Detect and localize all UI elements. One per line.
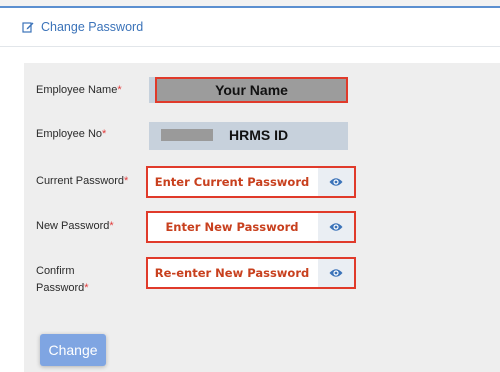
- required-marker: *: [109, 220, 114, 232]
- eye-icon[interactable]: [318, 213, 354, 241]
- required-marker: *: [102, 128, 107, 140]
- required-marker: *: [124, 175, 129, 187]
- eye-icon-glyph: [329, 269, 343, 277]
- new-password-group: [146, 211, 356, 243]
- edit-icon: [22, 22, 34, 33]
- page-title: Change Password: [41, 20, 144, 34]
- employee-name-value: Your Name: [215, 82, 288, 98]
- current-password-input[interactable]: [148, 168, 316, 196]
- eye-icon[interactable]: [318, 168, 354, 196]
- top-border: [0, 0, 500, 8]
- current-password-label: Current Password*: [36, 175, 129, 187]
- redacted-block: [161, 129, 213, 141]
- eye-icon-glyph: [329, 178, 343, 186]
- eye-icon[interactable]: [318, 259, 354, 287]
- required-marker: *: [117, 84, 122, 96]
- card-header: Change Password: [0, 8, 500, 47]
- employee-name-field: Your Name: [155, 77, 348, 103]
- confirm-password-group: [146, 257, 356, 289]
- employee-no-field: HRMS ID: [149, 122, 348, 150]
- confirm-password-input[interactable]: [148, 259, 316, 287]
- new-password-label: New Password*: [36, 220, 114, 232]
- employee-name-label: Employee Name*: [36, 84, 122, 96]
- current-password-group: [146, 166, 356, 198]
- confirm-password-label: Confirm Password*: [36, 265, 89, 294]
- employee-no-label: Employee No*: [36, 128, 107, 140]
- change-button[interactable]: Change: [40, 334, 106, 366]
- required-marker: *: [84, 282, 89, 294]
- eye-icon-glyph: [329, 223, 343, 231]
- new-password-input[interactable]: [148, 213, 316, 241]
- employee-no-value: HRMS ID: [229, 127, 289, 143]
